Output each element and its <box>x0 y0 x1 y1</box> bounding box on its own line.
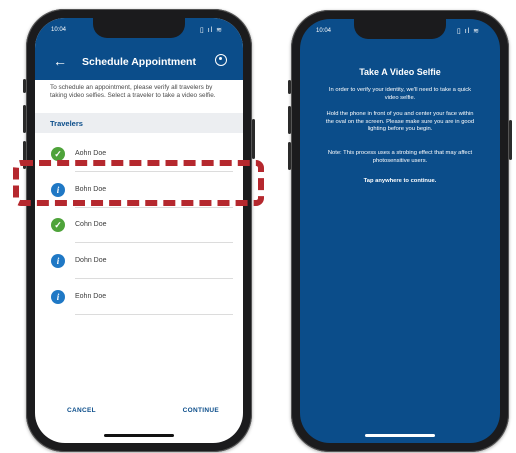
traveler-row-dohn[interactable]: i Dohn Doe <box>35 245 243 279</box>
user-profile-icon[interactable] <box>215 54 227 66</box>
traveler-name: Aohn Doe <box>75 150 107 157</box>
divider <box>75 207 233 208</box>
divider <box>75 242 233 243</box>
footer-actions: CANCEL CONTINUE <box>35 403 243 421</box>
phone-take-video-selfie: 10:04 ▯ ıl ≋ Take A Video Selfie In orde… <box>288 10 512 452</box>
home-indicator[interactable] <box>365 434 435 437</box>
status-icons: ▯ ıl ≋ <box>199 27 223 34</box>
selfie-paragraph-note: Note: This process uses a strobing effec… <box>327 150 473 164</box>
traveler-name: Dohn Doe <box>75 257 107 264</box>
selfie-screen[interactable]: 10:04 ▯ ıl ≋ Take A Video Selfie In orde… <box>300 19 500 443</box>
check-circle-icon: ✓ <box>51 218 65 232</box>
status-time: 10:04 <box>316 28 332 34</box>
traveler-row-cohn[interactable]: ✓ Cohn Doe <box>35 209 243 243</box>
divider <box>75 314 233 315</box>
travelers-section-header: Travelers <box>35 113 243 133</box>
traveler-name: Cohn Doe <box>75 221 107 228</box>
highlight-outline <box>13 160 264 206</box>
continue-button[interactable]: CONTINUE <box>183 407 219 414</box>
check-circle-icon: ✓ <box>51 147 65 161</box>
status-time: 10:04 <box>51 27 67 33</box>
notch <box>354 19 446 39</box>
screen: 10:04 ▯ ıl ≋ ← Schedule Appointment To s… <box>35 18 243 443</box>
traveler-name: Eohn Doe <box>75 293 107 300</box>
volume-up-button <box>288 106 291 134</box>
selfie-paragraph-instructions: Hold the phone in front of you and cente… <box>325 111 475 133</box>
volume-up-button <box>23 105 26 133</box>
cancel-button[interactable]: CANCEL <box>67 407 96 414</box>
tap-to-continue-text: Tap anywhere to continue. <box>363 178 437 184</box>
home-indicator[interactable] <box>104 434 174 437</box>
info-circle-icon: i <box>51 290 65 304</box>
power-button <box>252 119 255 159</box>
phone-schedule-appointment: 10:04 ▯ ıl ≋ ← Schedule Appointment To s… <box>23 9 255 452</box>
info-circle-icon: i <box>51 254 65 268</box>
selfie-title: Take A Video Selfie <box>359 67 441 77</box>
traveler-row-eohn[interactable]: i Eohn Doe <box>35 281 243 315</box>
divider <box>75 278 233 279</box>
volume-down-button <box>288 142 291 170</box>
status-icons: ▯ ıl ≋ <box>456 28 480 35</box>
mute-switch <box>288 80 291 94</box>
power-button <box>509 120 512 160</box>
section-title: Travelers <box>50 119 83 128</box>
selfie-paragraph-intro: In order to verify your identity, we'll … <box>328 87 472 101</box>
page-title: Schedule Appointment <box>82 56 196 68</box>
notch <box>93 18 185 38</box>
mute-switch <box>23 79 26 93</box>
instructions-text: To schedule an appointment, please verif… <box>50 84 216 99</box>
